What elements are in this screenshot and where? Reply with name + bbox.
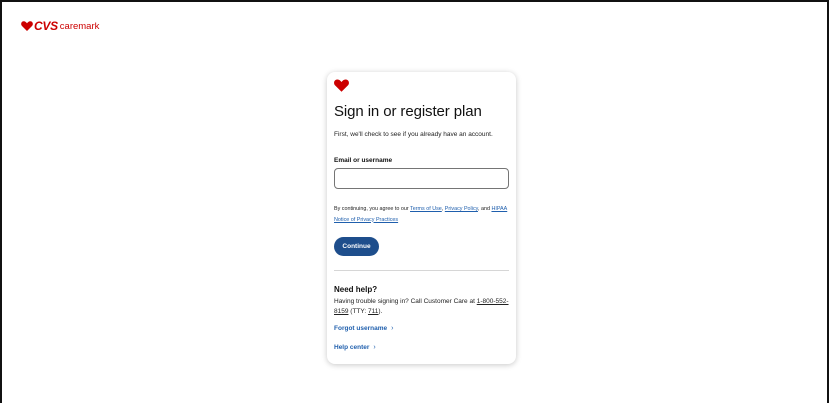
- terms-text: By continuing, you agree to our Terms of…: [334, 204, 512, 225]
- divider: [334, 270, 509, 271]
- need-help-heading: Need help?: [334, 285, 378, 294]
- email-field-label: Email or username: [334, 157, 393, 164]
- tty-prefix: (TTY:: [348, 307, 368, 315]
- heart-logo-icon: [21, 21, 33, 31]
- sign-in-card: Sign in or register plan First, we'll ch…: [327, 72, 516, 364]
- tty-link[interactable]: 711: [368, 308, 378, 315]
- heart-icon: [334, 79, 349, 92]
- help-text: Having trouble signing in? Call Customer…: [334, 297, 512, 316]
- help-text-prefix: Having trouble signing in? Call Customer…: [334, 298, 477, 305]
- privacy-policy-link[interactable]: Privacy Policy: [445, 206, 478, 212]
- terms-sep-2: , and: [477, 206, 492, 212]
- intro-text: First, we'll check to see if you already…: [334, 131, 493, 138]
- help-center-link[interactable]: Help center ›: [334, 344, 376, 351]
- terms-prefix: By continuing, you agree to our: [334, 206, 411, 212]
- continue-button[interactable]: Continue: [334, 237, 379, 256]
- chevron-right-icon: ›: [373, 344, 376, 351]
- page-title: Sign in or register plan: [334, 103, 482, 120]
- forgot-username-link[interactable]: Forgot username ›: [334, 325, 393, 332]
- forgot-username-label: Forgot username: [334, 325, 388, 332]
- chevron-right-icon: ›: [391, 325, 394, 332]
- email-or-username-input[interactable]: [334, 168, 509, 189]
- logo-caremark-text: caremark: [59, 21, 100, 32]
- cvs-caremark-logo[interactable]: CVS caremark: [21, 19, 99, 33]
- help-center-label: Help center: [334, 344, 370, 351]
- tty-suffix: ).: [378, 307, 383, 315]
- page-frame: CVS caremark Sign in or register plan Fi…: [0, 0, 829, 403]
- terms-of-use-link[interactable]: Terms of Use: [410, 206, 442, 212]
- logo-cvs-text: CVS: [34, 19, 58, 33]
